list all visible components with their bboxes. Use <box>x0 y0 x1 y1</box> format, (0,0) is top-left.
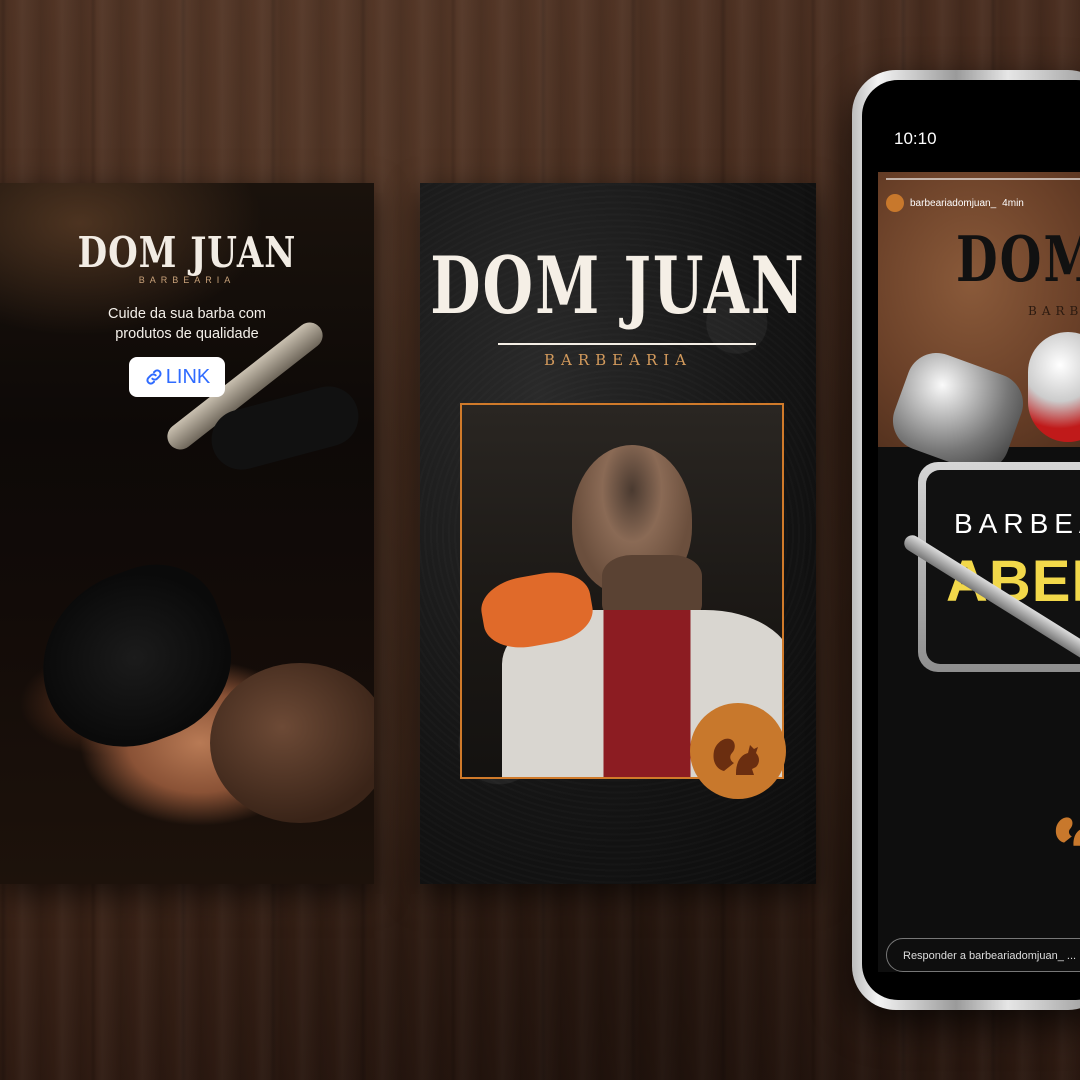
brand-logo: DOM JUAN BARBEARIA <box>0 231 374 286</box>
link-label: LINK <box>165 365 211 388</box>
sign-line-1: BARBEARIA <box>954 508 1080 539</box>
status-bar-time: 10:10 <box>894 129 937 148</box>
phone-screen: 10:10 barbeariadomjuan_ 4min DOM JUAN BA… <box>862 80 1080 1000</box>
tagline-line-2: produtos de qualidade <box>115 326 259 342</box>
instagram-story-view[interactable]: barbeariadomjuan_ 4min DOM JUAN BARBEARI… <box>878 172 1080 972</box>
avatar[interactable] <box>886 194 904 212</box>
story-progress-bar <box>886 178 1080 180</box>
story-brand-subtitle: BARBEARIA <box>1028 304 1080 318</box>
story-card-brand: DOM JUAN BARBEARIA <box>420 183 816 884</box>
tagline-line-1: Cuide da sua barba com <box>108 306 266 322</box>
squirrel-badge <box>690 703 786 799</box>
smartphone-mockup: 10:10 barbeariadomjuan_ 4min DOM JUAN BA… <box>852 70 1080 1010</box>
squirrel-icon <box>713 738 759 775</box>
story-age: 4min <box>1002 197 1024 209</box>
logo-underline <box>498 343 756 345</box>
brand-logo-large: DOM JUAN <box>420 244 816 328</box>
tagline: Cuide da sua barba com produtos de quali… <box>0 304 374 344</box>
story-user-header[interactable]: barbeariadomjuan_ 4min <box>886 194 1024 212</box>
brand-subtitle-large: BARBEARIA <box>543 351 692 369</box>
brand-title: DOM JUAN <box>77 228 297 278</box>
link-icon <box>146 369 162 385</box>
link-sticker-button[interactable]: LINK <box>129 357 225 397</box>
squirrel-icon-small <box>1055 817 1080 846</box>
reply-input[interactable]: Responder a barbeariadomjuan_ ... <box>886 938 1080 972</box>
clipper-image <box>1028 332 1080 442</box>
story-card-beard-products: DOM JUAN BARBEARIA Cuide da sua barba co… <box>0 183 374 884</box>
story-brand-title: DOM JUAN <box>956 223 1080 297</box>
brand-title-large: DOM JUAN <box>430 240 806 332</box>
story-username[interactable]: barbeariadomjuan_ <box>910 198 996 209</box>
